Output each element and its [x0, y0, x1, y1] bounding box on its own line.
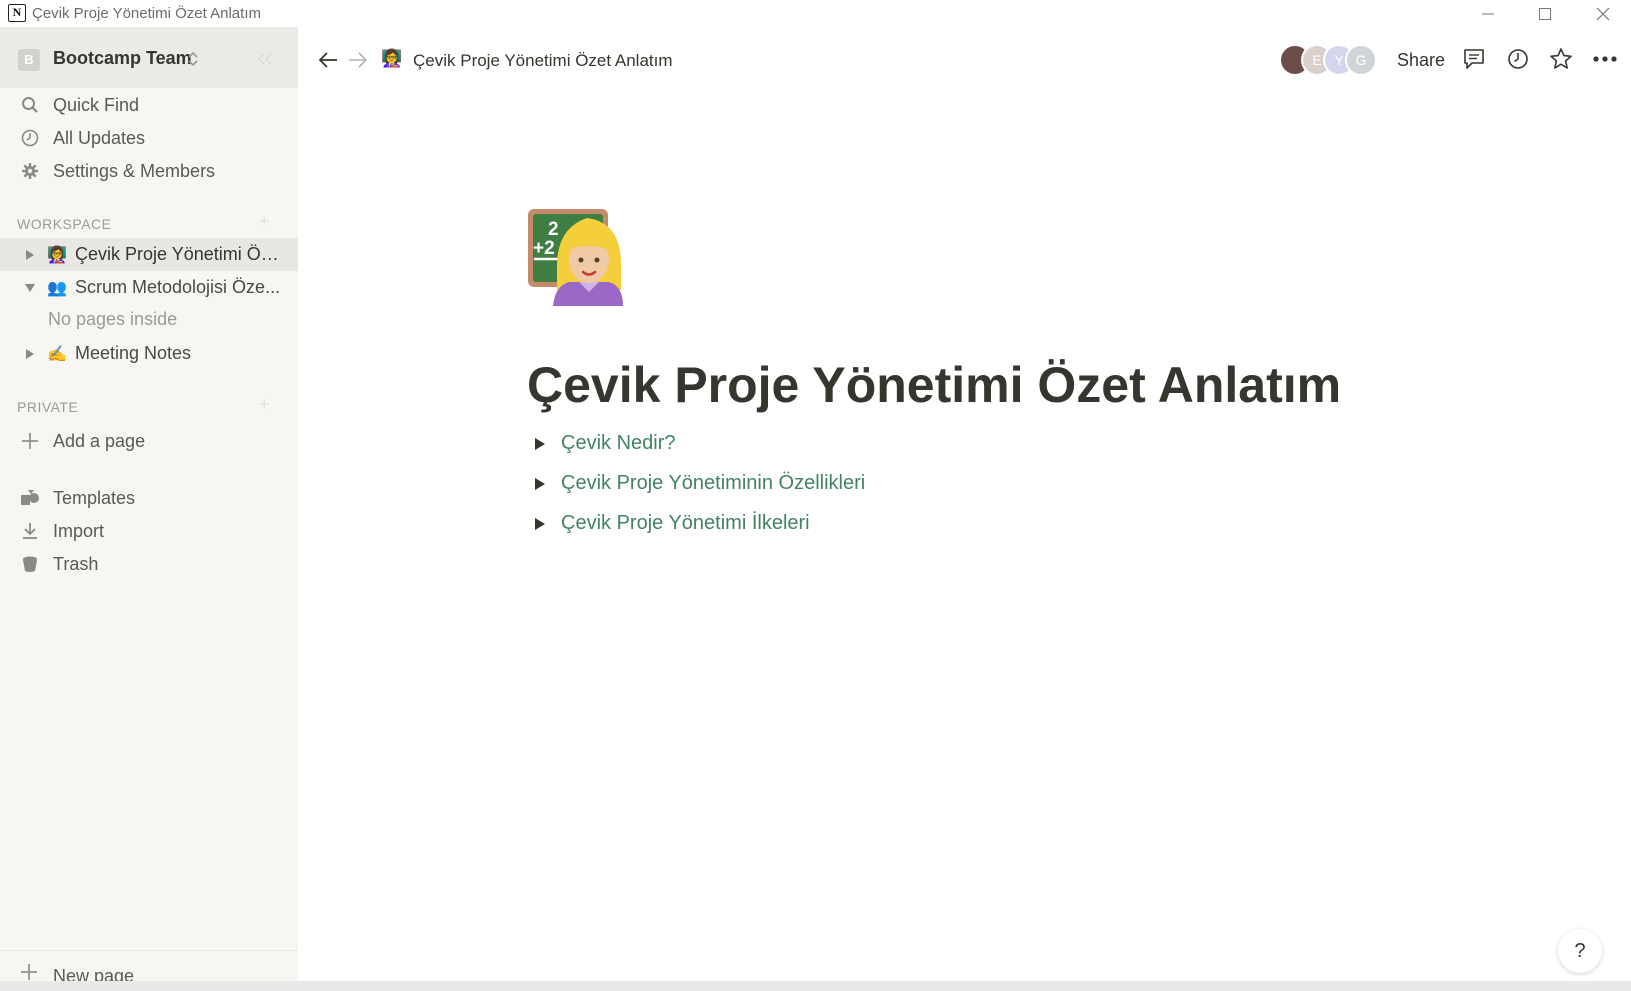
expand-triangle-icon[interactable]	[23, 248, 37, 262]
people-emoji-icon: 👥	[47, 279, 67, 297]
svg-text:2: 2	[548, 219, 559, 240]
toggle-link[interactable]: Çevik Nedir?	[561, 432, 675, 455]
workspace-name: Bootcamp Team	[53, 48, 192, 68]
minimize-icon	[1482, 13, 1494, 14]
no-pages-inside-text: No pages inside	[48, 309, 178, 329]
maximize-icon	[1539, 7, 1551, 20]
breadcrumb-emoji-icon: 👩‍🏫	[381, 49, 403, 68]
window-titlebar: N Çevik Proje Yönetimi Özet Anlatım	[0, 0, 1631, 27]
settings-members-label: Settings & Members	[53, 160, 216, 181]
plus-icon	[20, 431, 40, 451]
avatar[interactable]: G	[1345, 44, 1377, 76]
gear-icon	[20, 161, 40, 181]
add-page-button[interactable]: Add a page	[0, 425, 298, 457]
chevron-up-down-icon	[188, 51, 198, 67]
sidebar-page-label: Meeting Notes	[75, 343, 192, 363]
close-window-button[interactable]	[1580, 0, 1626, 27]
toggle-block[interactable]: Çevik Proje Yönetiminin Özellikleri	[527, 468, 1427, 502]
sidebar: B Bootcamp Team Quick Find All Updates S…	[0, 27, 298, 991]
workspace-section-label: WORKSPACE	[17, 216, 112, 232]
writing-hand-emoji-icon: ✍️	[47, 345, 67, 363]
breadcrumb-title[interactable]: Çevik Proje Yönetimi Özet Anlatım	[413, 51, 673, 71]
teacher-emoji-icon: 2 +2	[528, 209, 623, 306]
forward-button[interactable]	[346, 48, 370, 72]
horizontal-scrollbar[interactable]	[0, 981, 1631, 991]
updates-button[interactable]	[1505, 46, 1531, 72]
clock-icon	[20, 128, 40, 148]
window-title: Çevik Proje Yönetimi Özet Anlatım	[32, 5, 261, 22]
workspace-badge: B	[18, 49, 40, 71]
sidebar-page-label: Çevik Proje Yönetimi Öz...	[75, 244, 283, 264]
all-updates-button[interactable]: All Updates	[0, 122, 298, 154]
star-icon	[1550, 48, 1572, 69]
toggle-triangle-icon[interactable]	[533, 437, 547, 451]
maximize-button[interactable]	[1522, 0, 1568, 27]
comments-button[interactable]	[1461, 46, 1487, 72]
import-icon	[20, 521, 40, 541]
quick-find-label: Quick Find	[53, 94, 140, 115]
toggle-link[interactable]: Çevik Proje Yönetiminin Özellikleri	[561, 472, 865, 495]
notion-logo-icon: N	[8, 4, 26, 22]
add-page-label: Add a page	[53, 430, 146, 451]
all-updates-label: All Updates	[53, 127, 146, 148]
back-button[interactable]	[316, 48, 340, 72]
page-topbar: 👩‍🏫 Çevik Proje Yönetimi Özet Anlatım E …	[298, 27, 1631, 92]
help-button[interactable]: ?	[1558, 929, 1602, 973]
share-button[interactable]: Share	[1397, 50, 1445, 71]
toggle-block[interactable]: Çevik Proje Yönetimi İlkeleri	[527, 508, 1427, 542]
page-icon-teacher-emoji[interactable]: 2 +2	[527, 208, 625, 306]
clock-icon	[1508, 49, 1528, 69]
collaborator-avatars[interactable]: E Y G	[1279, 44, 1379, 76]
more-button[interactable]	[1592, 46, 1618, 72]
sidebar-page-label: Scrum Metodolojisi Öze...	[75, 277, 281, 297]
private-add-icon[interactable]: +	[259, 394, 270, 415]
search-icon	[20, 95, 40, 115]
sidebar-page-scrum[interactable]: 👥 Scrum Metodolojisi Öze...	[0, 271, 298, 304]
sidebar-page-cevik-proje[interactable]: 👩‍🏫 Çevik Proje Yönetimi Öz...	[0, 238, 298, 271]
arrow-right-icon	[349, 52, 368, 68]
trash-icon	[20, 554, 40, 574]
arrow-left-icon	[318, 52, 337, 68]
page-title[interactable]: Çevik Proje Yönetimi Özet Anlatım	[527, 356, 1341, 414]
templates-label: Templates	[53, 487, 136, 508]
sidebar-page-meeting-notes[interactable]: ✍️ Meeting Notes	[0, 337, 298, 370]
close-icon	[1596, 7, 1610, 20]
templates-icon	[20, 488, 40, 508]
import-button[interactable]: Import	[0, 515, 298, 547]
svg-text:+2: +2	[533, 238, 555, 259]
toggle-block[interactable]: Çevik Nedir?	[527, 428, 1427, 462]
toggle-triangle-icon[interactable]	[533, 477, 547, 491]
quick-find-button[interactable]: Quick Find	[0, 89, 298, 121]
toggle-triangle-icon[interactable]	[533, 517, 547, 531]
settings-members-button[interactable]: Settings & Members	[0, 155, 298, 187]
templates-button[interactable]: Templates	[0, 482, 298, 514]
workspace-add-icon[interactable]: +	[259, 211, 270, 232]
private-section-label: PRIVATE	[17, 399, 79, 415]
favorite-button[interactable]	[1548, 46, 1574, 72]
import-label: Import	[53, 520, 105, 541]
more-dots-icon	[1593, 56, 1617, 62]
trash-label: Trash	[53, 553, 99, 574]
double-chevron-left-icon[interactable]	[257, 53, 273, 65]
collapse-triangle-icon[interactable]	[23, 281, 37, 295]
expand-triangle-icon[interactable]	[23, 347, 37, 361]
teacher-emoji-icon: 👩‍🏫	[47, 246, 67, 264]
comment-icon	[1464, 49, 1484, 69]
trash-button[interactable]: Trash	[0, 548, 298, 580]
minimize-button[interactable]	[1465, 0, 1511, 27]
workspace-switcher[interactable]: B Bootcamp Team	[0, 27, 298, 88]
toggle-link[interactable]: Çevik Proje Yönetimi İlkeleri	[561, 512, 810, 535]
